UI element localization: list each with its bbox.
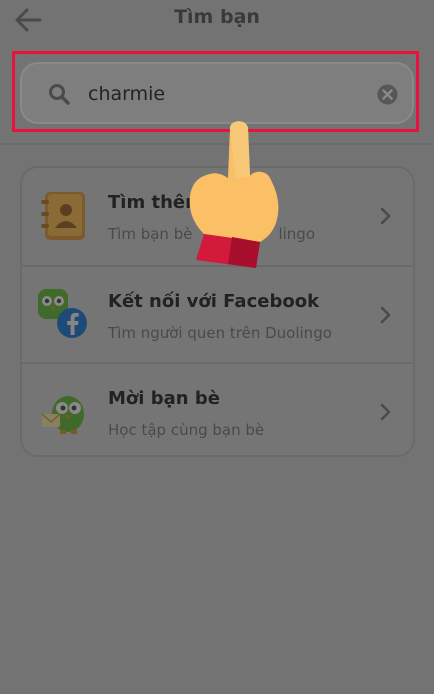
pointing-hand-icon: [189, 121, 279, 268]
chevron-right-icon: [380, 403, 391, 421]
chevron-right-icon: [380, 207, 391, 225]
clear-icon[interactable]: [377, 84, 398, 105]
list-item-invite-friends[interactable]: Mời bạn bè Học tập cùng bạn bè: [22, 362, 413, 455]
search-input[interactable]: [88, 76, 358, 112]
chevron-right-icon: [380, 306, 391, 324]
row-subtitle: Tìm người quen trên Duolingo: [108, 324, 332, 342]
contact-book-icon: [41, 192, 85, 240]
duolingo-facebook-icon: [38, 289, 87, 338]
page-title: Tìm bạn: [174, 6, 260, 28]
list-item-connect-facebook[interactable]: Kết nối với Facebook Tìm người quen trên…: [22, 265, 413, 363]
row-title: Kết nối với Facebook: [108, 291, 320, 312]
search-box[interactable]: [20, 62, 414, 124]
duo-owl-letter-icon: [41, 396, 84, 434]
row-subtitle: Học tập cùng bạn bè: [108, 421, 265, 439]
header-bar: Tìm bạn: [0, 0, 434, 40]
search-icon: [49, 84, 70, 105]
row-title: Mời bạn bè: [108, 388, 220, 409]
